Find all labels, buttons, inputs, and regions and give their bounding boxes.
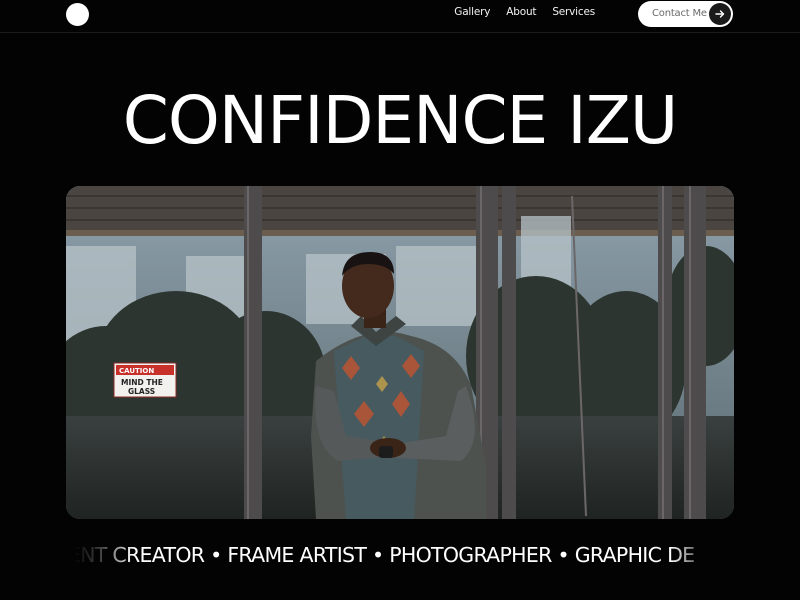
sign-mind-text: MIND THE: [121, 378, 163, 387]
contact-me-button[interactable]: Contact Me: [638, 1, 733, 27]
contact-me-label: Contact Me: [652, 8, 707, 19]
ticker-text: TENT CREATOR • FRAME ARTIST • PHOTOGRAPH…: [74, 543, 695, 567]
hero-photo: CAUTION MIND THE GLASS: [66, 186, 734, 519]
nav-link-about[interactable]: About: [506, 6, 536, 18]
portrait-illustration: CAUTION MIND THE GLASS: [66, 186, 734, 519]
ticker-fade-right: [670, 543, 730, 569]
sign-glass-text: GLASS: [128, 387, 155, 396]
arrow-right-icon: [709, 3, 731, 25]
sign-caution-text: CAUTION: [119, 367, 154, 375]
hero-title: CONFIDENCE IZU: [122, 82, 678, 159]
nav-link-services[interactable]: Services: [552, 6, 595, 18]
logo-circle[interactable]: [66, 3, 89, 26]
ticker-fade-left: [74, 543, 134, 569]
caution-sign: CAUTION MIND THE GLASS: [113, 362, 177, 398]
top-nav: Gallery About Services Contact Me: [0, 0, 800, 33]
nav-links: Gallery About Services: [454, 6, 595, 18]
nav-link-gallery[interactable]: Gallery: [454, 6, 490, 18]
role-ticker: TENT CREATOR • FRAME ARTIST • PHOTOGRAPH…: [74, 543, 730, 569]
